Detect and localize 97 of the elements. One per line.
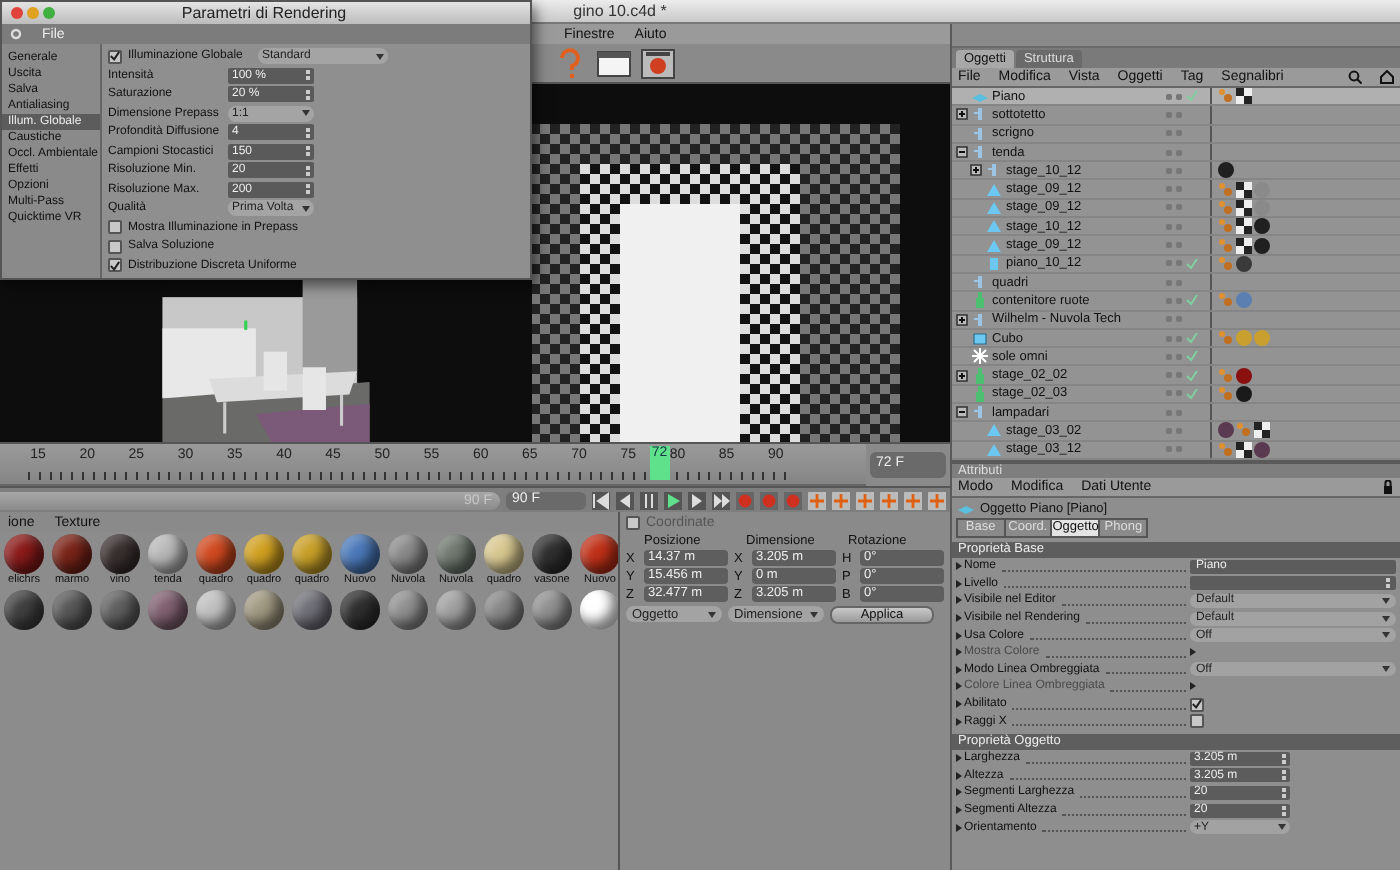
null-object-icon [972, 311, 988, 328]
material-sphere[interactable] [244, 590, 284, 630]
enabled-check-icon[interactable] [1186, 257, 1198, 270]
expand-icon[interactable] [970, 164, 982, 177]
checker-tag-icon[interactable] [1236, 218, 1252, 235]
material-sphere[interactable] [388, 534, 428, 574]
material-tag-icon[interactable] [1254, 237, 1270, 254]
material-sphere[interactable] [148, 534, 188, 574]
caret-icon [1382, 666, 1390, 673]
collapse-icon[interactable] [956, 406, 968, 419]
material-sphere[interactable] [148, 590, 188, 630]
window-controls-icon[interactable] [10, 6, 58, 20]
checkbox[interactable] [108, 220, 122, 235]
collapse-icon[interactable] [956, 146, 968, 159]
material-tag-icon[interactable] [1218, 162, 1234, 179]
checkbox[interactable] [108, 258, 122, 273]
playback-control-icon[interactable] [688, 491, 706, 509]
key-tool-icon[interactable] [904, 491, 922, 509]
lock-icon[interactable] [1382, 480, 1394, 494]
material-sphere[interactable] [436, 590, 476, 630]
playback-control-icon[interactable] [664, 491, 682, 509]
enabled-check-icon[interactable] [1186, 350, 1198, 363]
enabled-check-icon[interactable] [1186, 387, 1198, 400]
checkbox[interactable] [1190, 714, 1204, 729]
material-sphere[interactable] [196, 534, 236, 574]
enabled-check-icon[interactable] [1186, 90, 1198, 103]
expand-arrow-icon[interactable] [1190, 648, 1196, 657]
material-sphere[interactable] [4, 590, 44, 630]
expand-icon[interactable] [956, 313, 968, 326]
checkbox[interactable] [108, 239, 122, 254]
material-sphere[interactable] [484, 590, 524, 630]
plane-icon [972, 88, 988, 105]
caret-icon [708, 611, 716, 617]
checker-tag-icon[interactable] [1236, 181, 1252, 198]
playback-control-icon[interactable] [640, 491, 658, 509]
material-sphere[interactable] [484, 534, 524, 574]
enabled-check-icon[interactable] [1186, 332, 1198, 344]
checker-tag-icon[interactable] [1254, 422, 1270, 439]
material-sphere[interactable] [340, 534, 380, 574]
material-sphere[interactable] [244, 534, 284, 574]
search-icon[interactable] [1348, 70, 1362, 84]
key-tool-icon[interactable] [832, 491, 850, 509]
caret-icon [1382, 597, 1390, 604]
key-tool-icon[interactable] [880, 491, 898, 509]
key-tool-icon[interactable] [928, 491, 946, 509]
gear-icon[interactable] [10, 28, 22, 40]
null-object-icon [972, 274, 988, 291]
material-sphere[interactable] [388, 590, 428, 630]
window-layout-icon[interactable] [596, 47, 632, 79]
material-sphere[interactable] [292, 590, 332, 630]
material-tag-icon[interactable] [1254, 218, 1270, 235]
material-sphere[interactable] [52, 590, 92, 630]
checker-tag-icon[interactable] [1236, 237, 1252, 254]
text-field[interactable] [1190, 576, 1396, 591]
caret-icon [810, 611, 818, 617]
checkbox[interactable] [626, 515, 640, 529]
playback-control-icon[interactable] [712, 491, 730, 509]
dialog-title: Parametri di Rendering [179, 4, 349, 22]
cube-icon [972, 330, 988, 346]
render-icon[interactable] [640, 47, 676, 79]
caret-icon [1278, 824, 1286, 831]
caret-icon [302, 205, 310, 212]
caret-icon [376, 53, 384, 60]
material-sphere[interactable] [100, 590, 140, 630]
null-object-icon [972, 404, 988, 421]
caret-icon [1382, 632, 1390, 639]
window-title: gino 10.c4d * [573, 2, 667, 20]
enabled-check-icon[interactable] [1186, 294, 1198, 307]
material-sphere[interactable] [52, 534, 92, 574]
material-tag-icon[interactable] [1236, 367, 1252, 384]
figure-icon [972, 292, 988, 309]
expand-icon[interactable] [956, 369, 968, 382]
caret-icon [1382, 615, 1390, 622]
checkbox[interactable] [1190, 697, 1204, 712]
enabled-check-icon[interactable] [1186, 369, 1198, 382]
caret-icon [302, 110, 310, 117]
key-tool-icon[interactable] [808, 491, 826, 509]
cylinder-icon [986, 255, 1002, 272]
key-tool-icon[interactable] [856, 491, 874, 509]
material-sphere[interactable] [292, 534, 332, 574]
home-icon[interactable] [1380, 70, 1394, 84]
material-sphere[interactable] [100, 534, 140, 574]
playback-control-icon[interactable] [592, 491, 610, 509]
material-sphere[interactable] [532, 534, 572, 574]
material-sphere[interactable] [4, 534, 44, 574]
material-sphere[interactable] [580, 534, 618, 574]
checker-tag-icon[interactable] [1236, 88, 1252, 105]
playback-control-icon[interactable] [616, 491, 634, 509]
expand-arrow-icon[interactable] [1190, 682, 1196, 691]
expand-icon[interactable] [956, 108, 968, 121]
material-sphere[interactable] [340, 590, 380, 630]
material-sphere[interactable] [196, 590, 236, 630]
material-sphere[interactable] [436, 534, 476, 574]
material-sphere[interactable] [580, 590, 618, 630]
light-icon [972, 348, 988, 365]
checkbox[interactable] [108, 49, 122, 64]
material-sphere[interactable] [532, 590, 572, 630]
